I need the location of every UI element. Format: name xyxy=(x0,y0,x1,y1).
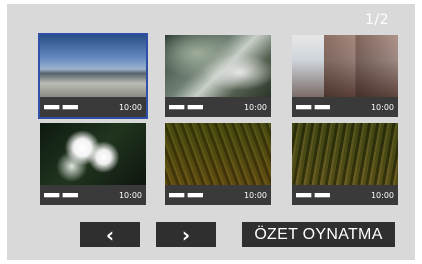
thumbnail-date: ■■■■ ■■■■ xyxy=(169,103,203,111)
next-page-button[interactable]: › xyxy=(156,222,216,247)
thumbnail-time: 10:00 xyxy=(118,190,142,200)
thumbnail-info-bar: ■■■■ ■■■■ 10:00 xyxy=(292,97,398,117)
thumbnail-info-bar: ■■■■ ■■■■ 10:00 xyxy=(40,97,146,117)
index-screen: 1/2 ■■■■ ■■■■ 10:00 ■■■■ ■■■■ 10:00 ■■■■… xyxy=(7,4,415,260)
thumbnail-time: 10:00 xyxy=(118,102,142,112)
thumbnail-4[interactable]: ■■■■ ■■■■ 10:00 xyxy=(40,123,146,205)
chevron-left-icon: ‹ xyxy=(105,222,115,247)
chevron-right-icon: › xyxy=(181,222,191,247)
thumbnail-image-river xyxy=(165,35,271,97)
thumbnail-info-bar: ■■■■ ■■■■ 10:00 xyxy=(292,185,398,205)
thumbnail-time: 10:00 xyxy=(243,102,267,112)
thumbnail-date: ■■■■ ■■■■ xyxy=(44,103,78,111)
thumbnail-2[interactable]: ■■■■ ■■■■ 10:00 xyxy=(165,35,271,117)
thumbnail-image-flower xyxy=(40,123,146,185)
thumbnail-3[interactable]: ■■■■ ■■■■ 10:00 xyxy=(292,35,398,117)
thumbnail-time: 10:00 xyxy=(243,190,267,200)
thumbnail-image-buildings xyxy=(292,35,398,97)
thumbnail-6[interactable]: ■■■■ ■■■■ 10:00 xyxy=(292,123,398,205)
thumbnail-5[interactable]: ■■■■ ■■■■ 10:00 xyxy=(165,123,271,205)
page-indicator: 1/2 xyxy=(364,12,389,28)
thumbnail-date: ■■■■ ■■■■ xyxy=(169,191,203,199)
thumbnail-info-bar: ■■■■ ■■■■ 10:00 xyxy=(165,185,271,205)
thumbnail-info-bar: ■■■■ ■■■■ 10:00 xyxy=(165,97,271,117)
thumbnail-date: ■■■■ ■■■■ xyxy=(296,103,330,111)
thumbnail-image-grass xyxy=(292,123,398,185)
thumbnail-image-grass xyxy=(165,123,271,185)
thumbnail-date: ■■■■ ■■■■ xyxy=(44,191,78,199)
thumbnail-1[interactable]: ■■■■ ■■■■ 10:00 xyxy=(40,35,146,117)
digest-playback-button[interactable]: ÖZET OYNATMA xyxy=(242,222,395,247)
thumbnail-time: 10:00 xyxy=(370,102,394,112)
thumbnail-info-bar: ■■■■ ■■■■ 10:00 xyxy=(40,185,146,205)
thumbnail-date: ■■■■ ■■■■ xyxy=(296,191,330,199)
previous-page-button[interactable]: ‹ xyxy=(80,222,140,247)
thumbnail-time: 10:00 xyxy=(370,190,394,200)
thumbnail-image-beach xyxy=(40,35,146,97)
